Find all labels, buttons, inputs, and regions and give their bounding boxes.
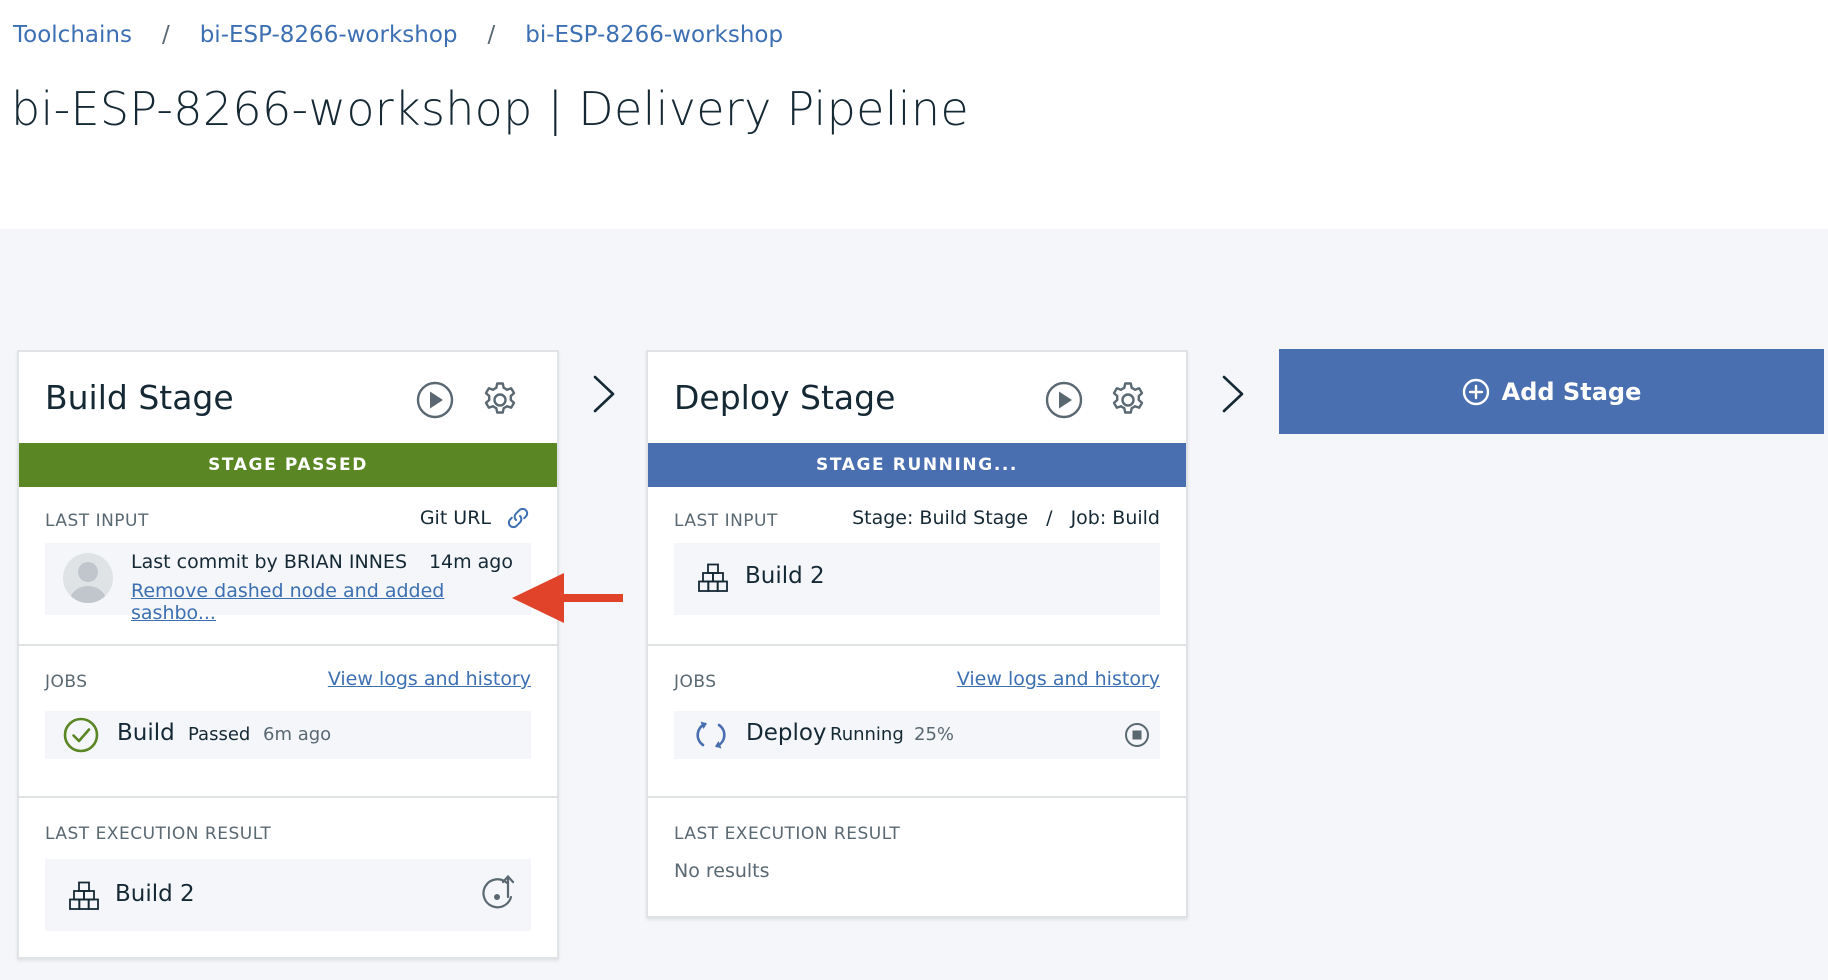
- add-stage-label: Add Stage: [1501, 377, 1642, 406]
- gear-icon[interactable]: [480, 380, 520, 420]
- last-execution-tile[interactable]: Build 2: [45, 859, 531, 931]
- check-circle-icon: [63, 717, 99, 753]
- git-url-label: Git URL: [419, 507, 491, 529]
- breadcrumb-toolchain[interactable]: bi-ESP-8266-workshop: [200, 22, 458, 48]
- last-execution-section: LAST EXECUTION RESULT No results: [648, 798, 1186, 916]
- chevron-right-icon: [589, 373, 619, 415]
- view-logs-link[interactable]: View logs and history: [328, 668, 531, 690]
- job-row-build[interactable]: Build Passed 6m ago: [45, 711, 531, 759]
- deploy-stage-card: Deploy Stage STAGE RUNNING... LAST INPUT…: [646, 350, 1188, 918]
- breadcrumb-separator: /: [487, 22, 496, 48]
- job-status: Running: [830, 724, 904, 745]
- stage-header: Build Stage: [19, 352, 557, 443]
- last-execution-result: Build 2: [115, 881, 195, 907]
- input-source-separator: /: [1046, 507, 1053, 529]
- gear-icon[interactable]: [1108, 380, 1148, 420]
- last-input-section: LAST INPUT Git URL Last commit by BRIAN …: [19, 487, 557, 646]
- stop-icon[interactable]: [1124, 722, 1150, 748]
- stage-header: Deploy Stage: [648, 352, 1186, 443]
- job-status: Passed: [188, 724, 251, 745]
- avatar: [63, 553, 113, 603]
- jobs-section: JOBS View logs and history Deploy Runnin…: [648, 646, 1186, 798]
- redeploy-icon[interactable]: [479, 873, 519, 915]
- stage-name: Build Stage: [45, 378, 234, 417]
- jobs-section: JOBS View logs and history Build Passed …: [19, 646, 557, 798]
- last-execution-label: LAST EXECUTION RESULT: [45, 824, 272, 844]
- input-source-job: Job: Build: [1070, 507, 1160, 529]
- last-execution-section: LAST EXECUTION RESULT Build 2: [19, 798, 557, 957]
- input-build-label: Build 2: [745, 563, 825, 589]
- run-stage-icon[interactable]: [1044, 380, 1084, 420]
- git-url[interactable]: Git URL: [420, 507, 531, 529]
- plus-circle-icon: [1462, 378, 1489, 405]
- breadcrumb-toolchains[interactable]: Toolchains: [13, 22, 132, 48]
- commit-time: 14m ago: [428, 551, 513, 573]
- last-execution-label: LAST EXECUTION RESULT: [674, 824, 901, 844]
- sync-icon: [696, 721, 726, 749]
- last-input-label: LAST INPUT: [45, 511, 149, 531]
- annotation-arrow-icon: [512, 573, 623, 623]
- job-progress: 25%: [914, 724, 955, 745]
- input-source-stage: Stage: Build Stage: [852, 507, 1029, 529]
- stage-status-bar: STAGE PASSED: [19, 443, 557, 487]
- add-stage-button[interactable]: Add Stage: [1279, 349, 1824, 434]
- job-name: Deploy: [746, 720, 827, 746]
- run-stage-icon[interactable]: [415, 380, 455, 420]
- stage-name: Deploy Stage: [674, 378, 896, 417]
- jobs-label: JOBS: [45, 672, 88, 692]
- jobs-label: JOBS: [674, 672, 717, 692]
- last-input-section: LAST INPUT Stage: Build Stage / Job: Bui…: [648, 487, 1186, 646]
- stage-status-bar: STAGE RUNNING...: [648, 443, 1186, 487]
- commit-tile: Last commit by BRIAN INNES 14m ago Remov…: [45, 543, 531, 624]
- last-input-label: LAST INPUT: [674, 511, 778, 531]
- job-time: 6m ago: [263, 724, 332, 745]
- commit-text: Last commit by BRIAN INNES: [131, 551, 408, 573]
- commit-message-link[interactable]: Remove dashed node and added sashbo...: [131, 580, 531, 624]
- job-name: Build: [117, 720, 175, 746]
- input-build-tile[interactable]: Build 2: [674, 543, 1160, 615]
- breadcrumb-pipeline[interactable]: bi-ESP-8266-workshop: [525, 22, 783, 48]
- build-blocks-icon: [69, 881, 99, 910]
- page-header: Toolchains / bi-ESP-8266-workshop / bi-E…: [0, 0, 1828, 229]
- chevron-right-icon: [1218, 373, 1248, 415]
- page-title: bi-ESP-8266-workshop | Delivery Pipeline: [11, 82, 969, 136]
- view-logs-link[interactable]: View logs and history: [957, 668, 1160, 690]
- breadcrumb: Toolchains / bi-ESP-8266-workshop / bi-E…: [13, 22, 783, 48]
- build-blocks-icon: [698, 563, 728, 592]
- job-row-deploy[interactable]: Deploy Running 25%: [674, 711, 1160, 759]
- breadcrumb-separator: /: [161, 22, 170, 48]
- build-stage-card: Build Stage STAGE PASSED LAST INPUT Git …: [17, 350, 559, 959]
- last-execution-result: No results: [674, 860, 770, 882]
- link-icon: [507, 507, 529, 529]
- input-source: Stage: Build Stage / Job: Build: [852, 507, 1160, 529]
